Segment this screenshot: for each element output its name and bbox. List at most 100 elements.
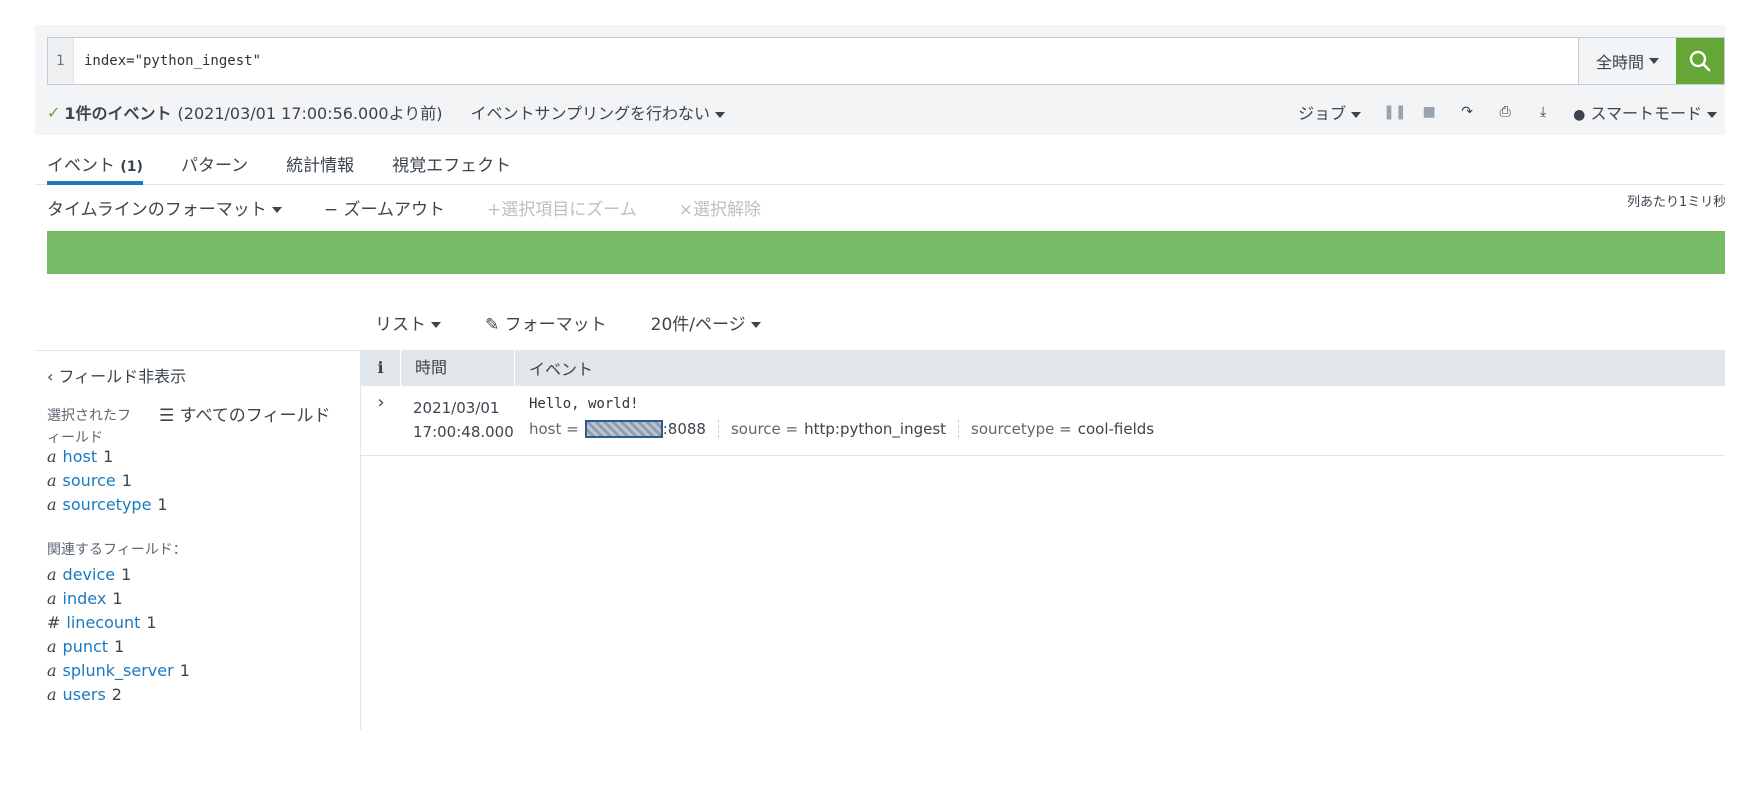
- field-count: 1: [121, 471, 132, 490]
- line-number: 1: [48, 38, 74, 84]
- field-name: linecount: [66, 613, 141, 632]
- hide-fields-button[interactable]: ‹ フィールド非表示: [47, 363, 360, 387]
- chevron-down-icon: [431, 321, 441, 328]
- related-fields-label: 関連するフィールド：: [47, 542, 187, 558]
- tab-statistics[interactable]: 統計情報: [286, 135, 354, 184]
- string-type-icon: a: [47, 661, 57, 680]
- field-count: 1: [121, 565, 132, 584]
- time-column-header[interactable]: 時間: [401, 350, 515, 386]
- selected-fields-label: 選択されたフィールド: [47, 408, 131, 446]
- field-count: 2: [111, 685, 122, 704]
- field-users[interactable]: a users 2: [47, 683, 360, 707]
- field-name: splunk_server: [62, 661, 174, 680]
- list-view-dropdown[interactable]: リスト: [375, 310, 441, 335]
- field-count: 1: [146, 613, 157, 632]
- tab-visualization[interactable]: 視覚エフェクト: [392, 135, 511, 184]
- field-device[interactable]: a device 1: [47, 563, 360, 587]
- chevron-down-icon: [750, 321, 761, 328]
- event-time[interactable]: 2021/03/01 17:00:48.000: [401, 386, 515, 455]
- event-clock: 17:00:48.000: [413, 423, 514, 441]
- plus-icon: +: [486, 199, 502, 220]
- deselect-label: 選択解除: [692, 199, 761, 220]
- minus-icon: −: [323, 199, 339, 220]
- search-bar: 1 index="python_ingest" 全時間: [47, 37, 1725, 85]
- stop-icon[interactable]: ■: [1421, 104, 1437, 120]
- timeline-toolbar: タイムラインのフォーマット − ズームアウト +選択項目にズーム ×選択解除 列…: [47, 185, 1725, 229]
- all-fields-button[interactable]: ☰ すべてのフィールド: [159, 401, 330, 426]
- list-label: リスト: [375, 314, 426, 335]
- chevron-left-icon: ‹: [47, 367, 54, 386]
- check-icon: ✓: [47, 102, 61, 122]
- string-type-icon: a: [47, 495, 57, 514]
- sourcetype-value: cool-fields: [1077, 420, 1155, 438]
- selected-fields-list: a host 1 a source 1 a sourcetype 1: [47, 445, 360, 517]
- sampling-label: イベントサンプリングを行わない: [470, 104, 711, 123]
- download-icon[interactable]: ⤓: [1535, 104, 1551, 120]
- field-count: 1: [179, 661, 190, 680]
- search-button[interactable]: [1676, 38, 1724, 84]
- zoom-out-label: ズームアウト: [343, 199, 445, 220]
- tab-patterns[interactable]: パターン: [181, 135, 248, 184]
- string-type-icon: a: [47, 447, 57, 466]
- hide-fields-label: フィールド非表示: [58, 367, 187, 386]
- string-type-icon: a: [47, 685, 57, 704]
- table-header: i 時間 イベント: [361, 350, 1725, 386]
- sourcetype-field[interactable]: sourcetype = cool-fields: [971, 420, 1166, 438]
- field-name: device: [62, 565, 116, 584]
- field-punct[interactable]: a punct 1: [47, 635, 360, 659]
- event-raw-text[interactable]: Hello, world!: [529, 396, 1178, 412]
- field-name: index: [62, 589, 107, 608]
- zoom-selection-button[interactable]: +選択項目にズーム: [487, 195, 637, 220]
- job-label: ジョブ: [1298, 104, 1347, 123]
- search-input[interactable]: index="python_ingest": [74, 38, 1578, 84]
- field-index[interactable]: a index 1: [47, 587, 360, 611]
- field-sourcetype[interactable]: a sourcetype 1: [47, 493, 360, 517]
- close-icon: ×: [678, 199, 693, 220]
- field-name: host: [62, 447, 98, 466]
- pause-icon[interactable]: ❚❚: [1383, 104, 1406, 120]
- field-count: 1: [157, 495, 168, 514]
- field-linecount[interactable]: # linecount 1: [47, 611, 360, 635]
- tab-label: イベント: [47, 156, 115, 176]
- search-mode-label: スマートモード: [1590, 104, 1702, 123]
- timeline-chart[interactable]: [47, 231, 1725, 274]
- chevron-down-icon: [1707, 111, 1717, 118]
- source-field[interactable]: source = http:python_ingest: [730, 420, 960, 438]
- field-source[interactable]: a source 1: [47, 469, 360, 493]
- field-splunk-server[interactable]: a splunk_server 1: [47, 659, 360, 683]
- format-button[interactable]: ✎ フォーマット: [485, 310, 607, 335]
- host-suffix: :8088: [662, 420, 706, 438]
- time-range-picker[interactable]: 全時間: [1578, 38, 1676, 84]
- field-count: 1: [103, 447, 114, 466]
- source-key: source =: [730, 420, 799, 438]
- per-page-dropdown[interactable]: 20件/ページ: [651, 310, 761, 335]
- time-range-label: 全時間: [1595, 53, 1644, 72]
- redacted-host: [584, 420, 663, 438]
- tab-bar: イベント (1) パターン 統計情報 視覚エフェクト: [35, 135, 1725, 185]
- expand-row-icon[interactable]: ›: [361, 386, 401, 455]
- timeline-format-dropdown[interactable]: タイムラインのフォーマット: [47, 195, 282, 220]
- field-count: 1: [112, 589, 123, 608]
- print-icon[interactable]: ⎙: [1497, 104, 1513, 120]
- number-type-icon: #: [47, 613, 61, 632]
- sampling-dropdown[interactable]: イベントサンプリングを行わない: [471, 100, 726, 124]
- field-name: sourcetype: [62, 495, 152, 514]
- string-type-icon: a: [47, 565, 57, 584]
- info-column-header: i: [361, 350, 401, 386]
- table-row: › 2021/03/01 17:00:48.000 Hello, world! …: [361, 386, 1725, 456]
- date-range: (2021/03/01 17:00:56.000より前): [177, 104, 443, 123]
- host-field[interactable]: host =:8088: [529, 420, 719, 438]
- zoom-out-button[interactable]: − ズームアウト: [324, 195, 445, 220]
- search-mode-menu[interactable]: ● スマートモード: [1573, 100, 1717, 124]
- zoom-selection-label: 選択項目にズーム: [501, 199, 637, 220]
- field-count: 1: [114, 637, 125, 656]
- bulb-icon: ●: [1573, 107, 1586, 123]
- share-icon[interactable]: ↷: [1459, 104, 1475, 120]
- field-name: source: [62, 471, 116, 490]
- tab-events[interactable]: イベント (1): [47, 135, 143, 185]
- search-icon: [1689, 50, 1711, 72]
- deselect-button[interactable]: ×選択解除: [679, 195, 761, 220]
- events-table: i 時間 イベント › 2021/03/01 17:00:48.000 Hell…: [361, 350, 1725, 456]
- tab-count: (1): [120, 159, 143, 175]
- job-menu[interactable]: ジョブ: [1298, 100, 1362, 124]
